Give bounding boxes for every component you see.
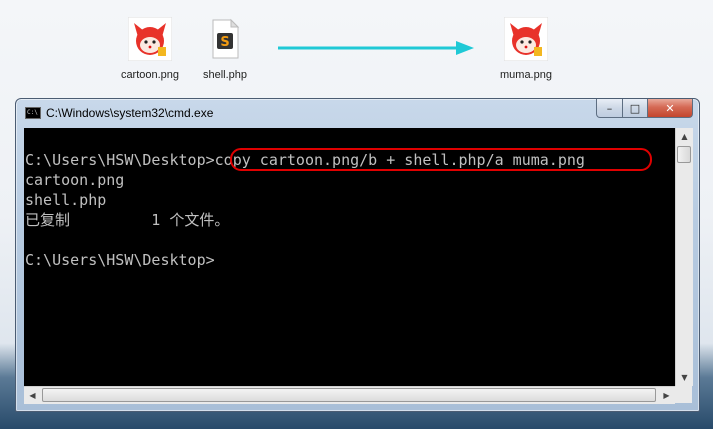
scroll-right-icon[interactable]: ▶ [658,387,675,404]
console-output[interactable]: C:\Users\HSW\Desktop>copy cartoon.png/b … [24,128,675,386]
title-bar[interactable]: C:\ C:\Windows\system32\cmd.exe – □ ✕ [16,99,699,127]
svg-text:S: S [220,35,229,50]
desktop-icon-cartoon[interactable]: cartoon.png [112,16,188,81]
desktop-icon-shell[interactable]: S shell.php [192,17,258,81]
console-line: cartoon.png [25,171,125,189]
php-file-icon: S [203,17,247,61]
window-controls: – □ ✕ [596,99,693,118]
fox-image-icon [503,16,549,62]
vertical-scroll-thumb[interactable] [677,146,691,163]
desktop-icon-label: shell.php [202,69,248,81]
vertical-scrollbar[interactable]: ▲ ▼ [675,128,693,386]
resize-grip[interactable] [675,386,692,403]
desktop-icon-label: cartoon.png [120,69,180,81]
cmd-icon: C:\ [25,107,41,119]
console-prompt: C:\Users\HSW\Desktop> [25,251,215,269]
right-arrow-icon [278,41,474,55]
console-line: shell.php [25,191,107,209]
scroll-down-icon[interactable]: ▼ [676,369,693,386]
scroll-left-icon[interactable]: ◀ [24,387,41,404]
window-title: C:\Windows\system32\cmd.exe [46,106,214,120]
fox-image-icon [127,16,173,62]
scroll-up-icon[interactable]: ▲ [676,128,693,145]
close-button[interactable]: ✕ [648,99,693,118]
horizontal-scroll-thumb[interactable] [42,388,656,402]
minimize-button[interactable]: – [596,99,623,118]
cmd-window[interactable]: C:\ C:\Windows\system32\cmd.exe – □ ✕ C:… [15,98,700,412]
command-highlight [230,148,652,171]
console-line: 已复制 1 个文件。 [25,211,230,229]
horizontal-scrollbar[interactable]: ◀ ▶ [24,386,675,404]
desktop-icon-muma[interactable]: muma.png [488,16,564,81]
maximize-button[interactable]: □ [623,99,648,118]
desktop-icon-label: muma.png [500,69,552,81]
